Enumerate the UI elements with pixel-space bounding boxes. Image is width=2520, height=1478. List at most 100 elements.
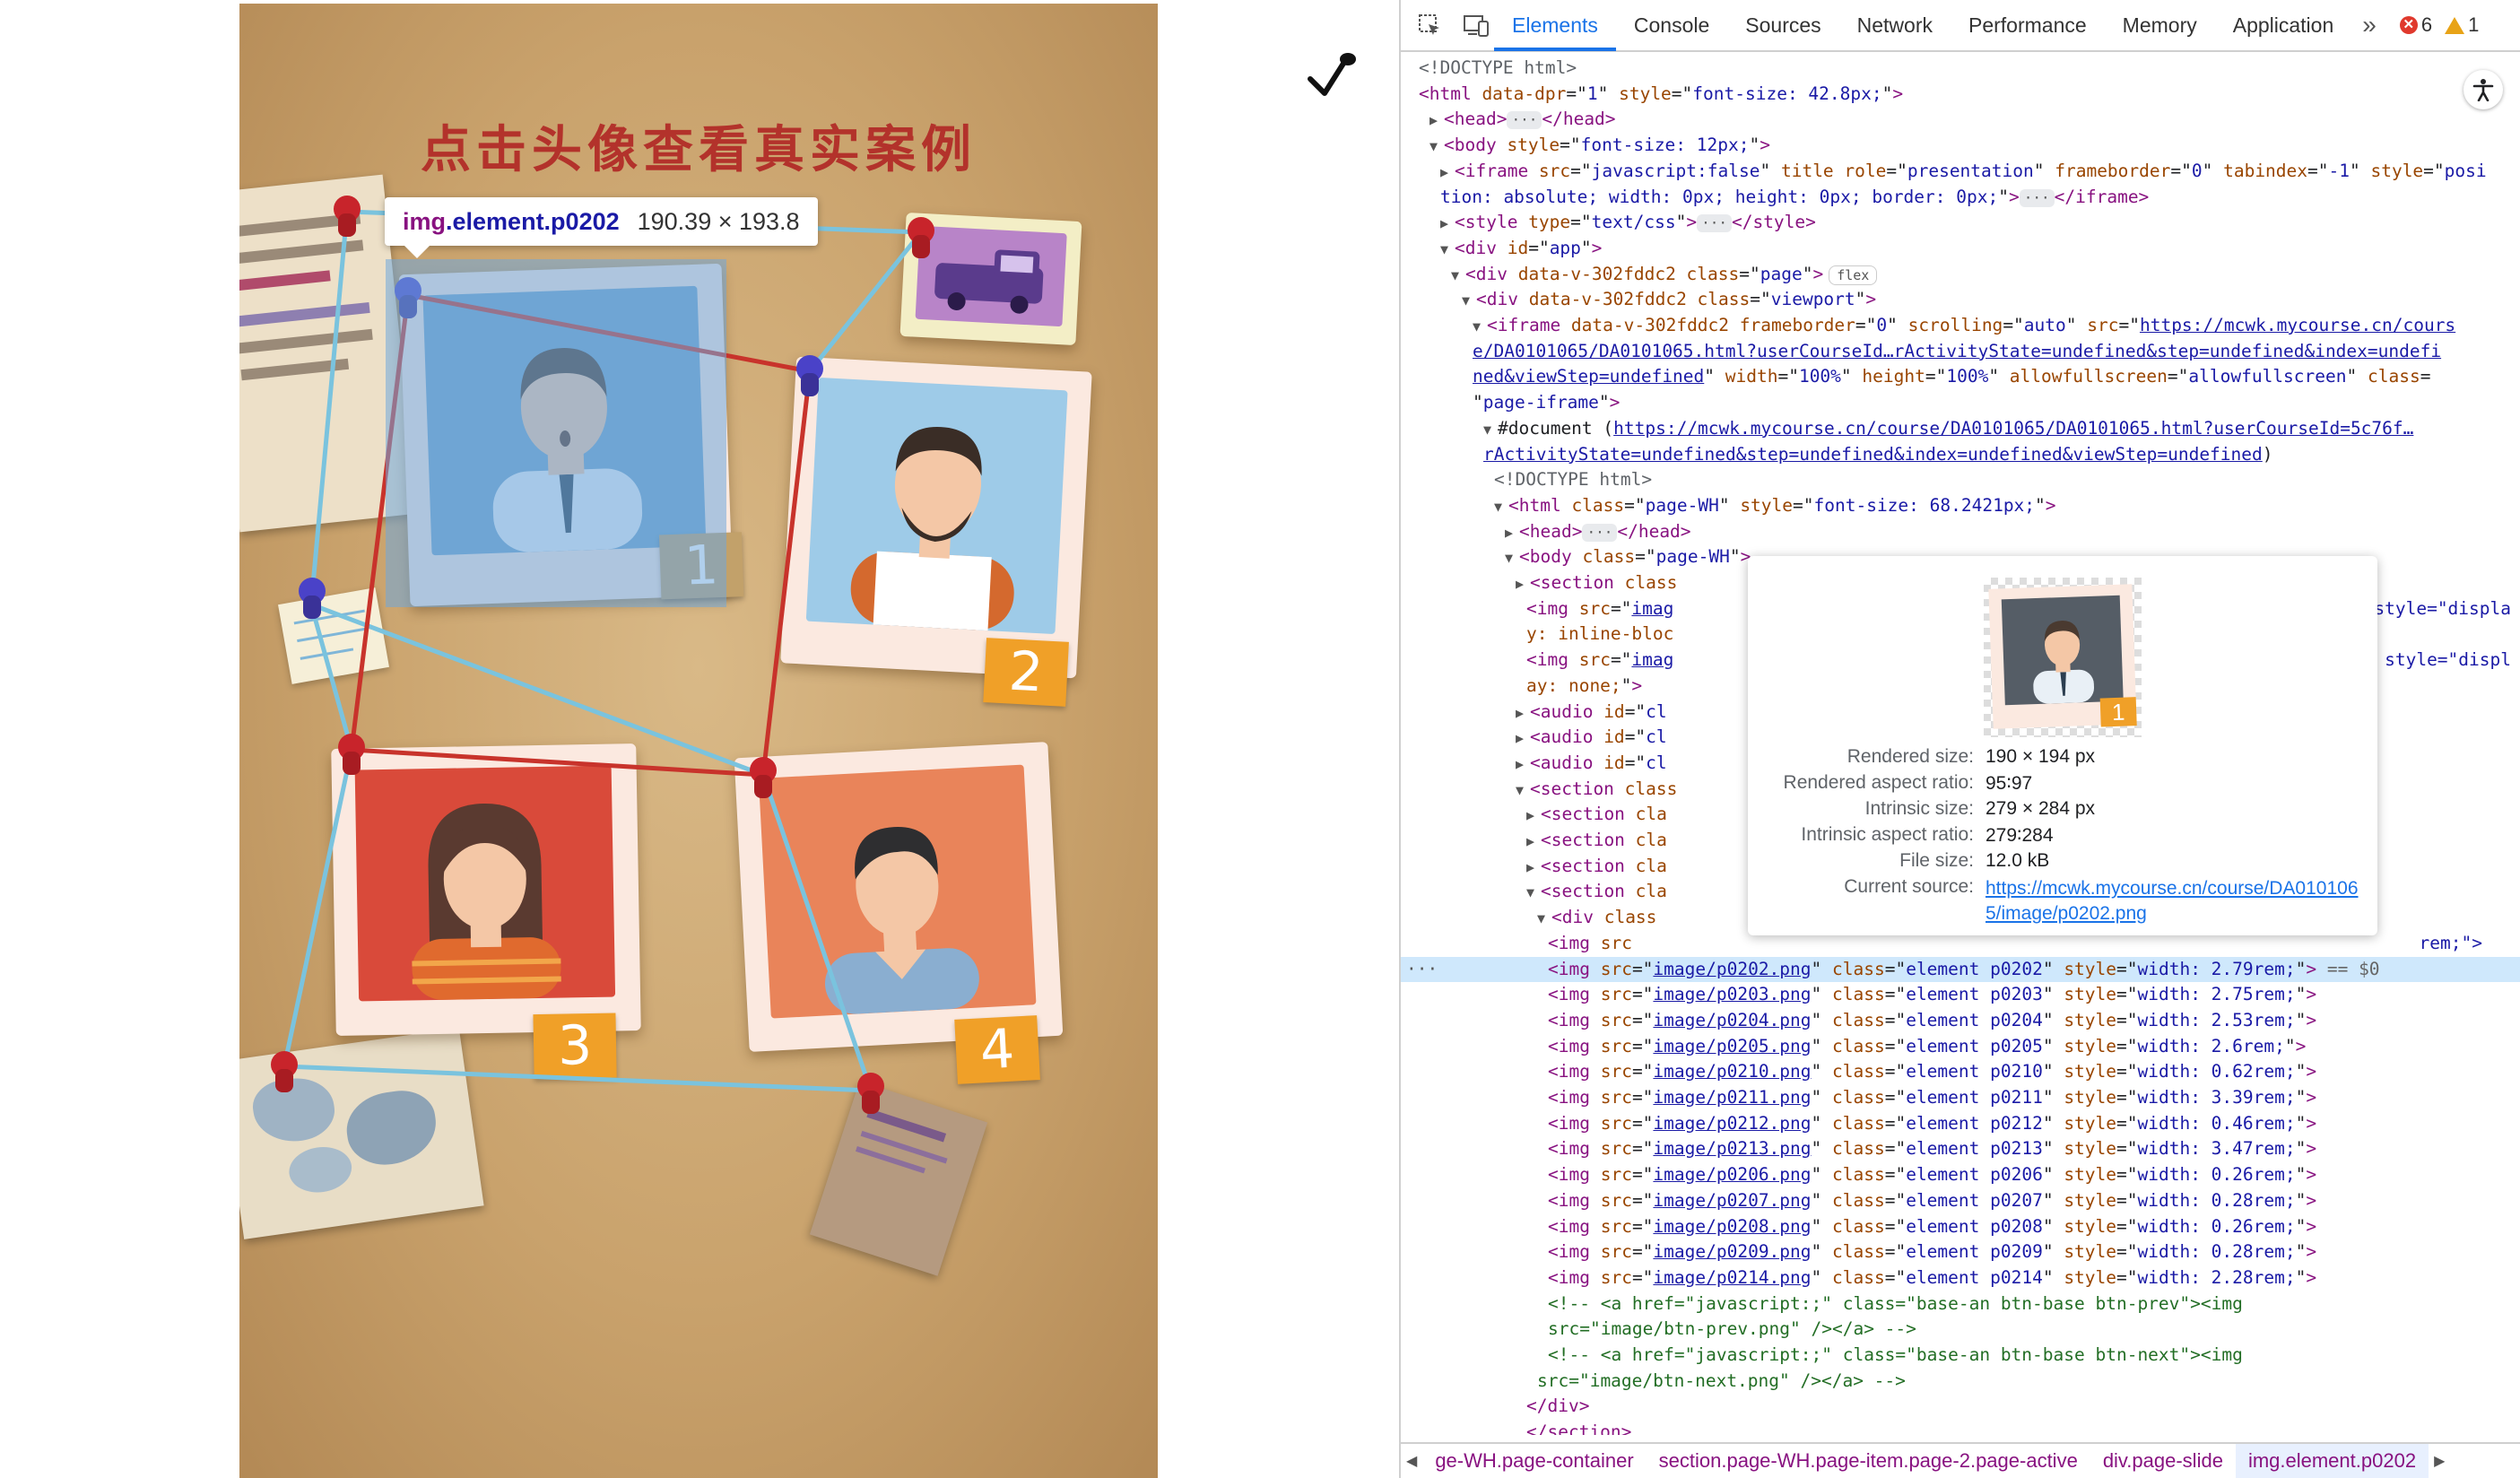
- dom-node-row[interactable]: </div>: [1401, 1394, 2520, 1420]
- expand-toggle-icon[interactable]: ▼: [1451, 263, 1465, 288]
- dom-node-row[interactable]: <html data-dpr="1" style="font-size: 42.…: [1401, 82, 2520, 108]
- dom-node-row[interactable]: ▼ <div id="app">: [1401, 236, 2520, 262]
- expand-toggle-icon[interactable]: ▼: [1505, 545, 1519, 570]
- warning-count-badge[interactable]: 1: [2445, 13, 2479, 37]
- resource-link[interactable]: e/DA0101065/DA0101065.html?userCourseId……: [1473, 341, 2441, 361]
- breadcrumb-item[interactable]: ge-WH.page-container: [1422, 1444, 1646, 1478]
- resource-link[interactable]: https://mcwk.mycourse.cn/cours: [2140, 315, 2455, 335]
- dom-node-row[interactable]: <img src="image/p0209.png" class="elemen…: [1401, 1239, 2520, 1265]
- device-toolbar-icon[interactable]: [1458, 7, 1494, 43]
- breadcrumb-item[interactable]: section.page-WH.page-item.page-2.page-ac…: [1647, 1444, 2090, 1478]
- expand-toggle-icon[interactable]: ▶: [1526, 829, 1541, 854]
- resource-link[interactable]: image/p0210.png: [1653, 1061, 1811, 1082]
- dom-node-row[interactable]: <img src="image/p0207.png" class="elemen…: [1401, 1188, 2520, 1214]
- dom-node-row[interactable]: ▼ <div data-v-302fddc2 class="viewport">: [1401, 287, 2520, 313]
- resource-link[interactable]: ned&viewStep=undefined: [1473, 366, 1704, 387]
- resource-link[interactable]: image/p0202.png: [1653, 959, 1811, 979]
- resource-link[interactable]: image/p0212.png: [1653, 1113, 1811, 1134]
- breadcrumb-item[interactable]: div.page-slide: [2090, 1444, 2236, 1478]
- dom-node-row[interactable]: ▼ <iframe data-v-302fddc2 frameborder="0"…: [1401, 313, 2520, 339]
- flex-badge[interactable]: flex: [1829, 265, 1878, 285]
- expand-toggle-icon[interactable]: ▶: [1526, 803, 1541, 828]
- dom-node-row[interactable]: <img src="image/p0206.png" class="elemen…: [1401, 1162, 2520, 1188]
- resource-link[interactable]: https://mcwk.mycourse.cn/course/DA010106…: [1613, 418, 2413, 439]
- dom-node-row[interactable]: ▼ <div data-v-302fddc2 class="page"> flex: [1401, 262, 2520, 288]
- dom-node-row[interactable]: <!-- <a href="javascript:;" class="base-…: [1401, 1291, 2520, 1317]
- resource-link[interactable]: imag: [1631, 649, 1673, 670]
- resource-link[interactable]: imag: [1631, 598, 1673, 619]
- dom-node-row[interactable]: <img src="image/p0214.png" class="elemen…: [1401, 1265, 2520, 1291]
- collapsed-content-ellipsis[interactable]: ···: [2019, 188, 2055, 207]
- dom-node-row[interactable]: </section>: [1401, 1420, 2520, 1435]
- resource-link[interactable]: image/p0214.png: [1653, 1267, 1811, 1288]
- tab-memory[interactable]: Memory: [2105, 0, 2215, 51]
- dom-node-row[interactable]: <img src="image/p0208.png" class="elemen…: [1401, 1214, 2520, 1240]
- dom-node-row[interactable]: ▼ <html class="page-WH" style="font-size:…: [1401, 493, 2520, 519]
- dom-node-row[interactable]: rActivityState=undefined&step=undefined&…: [1401, 442, 2520, 468]
- resource-link[interactable]: image/p0211.png: [1653, 1087, 1811, 1108]
- inspect-element-icon[interactable]: [1412, 7, 1447, 43]
- resource-link[interactable]: image/p0203.png: [1653, 984, 1811, 1004]
- resource-link[interactable]: image/p0205.png: [1653, 1036, 1811, 1056]
- expand-toggle-icon[interactable]: ▶: [1440, 211, 1455, 236]
- dom-node-row[interactable]: <img src="image/p0203.png" class="elemen…: [1401, 982, 2520, 1008]
- resource-link[interactable]: image/p0209.png: [1653, 1241, 1811, 1262]
- dom-node-row[interactable]: <img src="image/p0212.png" class="elemen…: [1401, 1111, 2520, 1137]
- expand-toggle-icon[interactable]: ▼: [1429, 134, 1444, 159]
- dom-node-row[interactable]: ▼ <body style="font-size: 12px;">: [1401, 133, 2520, 159]
- expand-toggle-icon[interactable]: ▶: [1505, 520, 1519, 545]
- resource-link[interactable]: image/p0207.png: [1653, 1190, 1811, 1211]
- expand-toggle-icon[interactable]: ▶: [1516, 726, 1530, 751]
- dom-node-row[interactable]: ▶ <head> ··· </head>: [1401, 519, 2520, 545]
- dom-node-row[interactable]: <img src="image/p0213.png" class="elemen…: [1401, 1136, 2520, 1162]
- expand-toggle-icon[interactable]: ▼: [1473, 314, 1487, 339]
- expand-toggle-icon[interactable]: ▼: [1494, 494, 1508, 519]
- collapsed-content-ellipsis[interactable]: ···: [1697, 214, 1732, 233]
- tab-elements[interactable]: Elements: [1494, 0, 1616, 51]
- dom-node-row[interactable]: <img src="image/p0211.png" class="elemen…: [1401, 1085, 2520, 1111]
- resource-link[interactable]: rActivityState=undefined&step=undefined&…: [1483, 444, 2263, 465]
- expand-toggle-icon[interactable]: ▶: [1516, 752, 1530, 777]
- breadcrumb-scroll-left-icon[interactable]: ◀: [1401, 1452, 1422, 1470]
- dom-node-row[interactable]: ▶ <head> ··· </head>: [1401, 107, 2520, 133]
- dom-node-row[interactable]: <img src="image/p0204.png" class="elemen…: [1401, 1008, 2520, 1034]
- dom-node-row[interactable]: "page-iframe">: [1401, 390, 2520, 416]
- dom-node-row[interactable]: ned&viewStep=undefined" width="100%" hei…: [1401, 364, 2520, 390]
- dom-node-row[interactable]: ▶ <iframe src="javascript:false" title ro…: [1401, 159, 2520, 185]
- tab-sources[interactable]: Sources: [1727, 0, 1838, 51]
- collapsed-content-ellipsis[interactable]: ···: [1507, 111, 1542, 130]
- tab-network[interactable]: Network: [1839, 0, 1951, 51]
- expand-toggle-icon[interactable]: ▼: [1483, 417, 1498, 442]
- dom-node-row[interactable]: <img src="image/p0205.png" class="elemen…: [1401, 1034, 2520, 1060]
- expand-toggle-icon[interactable]: ▼: [1537, 906, 1551, 931]
- expand-toggle-icon[interactable]: ▼: [1462, 288, 1476, 313]
- dom-node-row[interactable]: ▶ <style type="text/css"> ··· </style>: [1401, 210, 2520, 236]
- breadcrumb-item-selected[interactable]: img.element.p0202: [2235, 1444, 2429, 1478]
- tab-application[interactable]: Application: [2215, 0, 2352, 51]
- dom-node-row[interactable]: ▼ #document (https://mcwk.mycourse.cn/cou…: [1401, 416, 2520, 442]
- expand-toggle-icon[interactable]: ▶: [1516, 571, 1530, 596]
- expand-toggle-icon[interactable]: ▼: [1516, 778, 1530, 803]
- accessibility-icon[interactable]: [2464, 70, 2503, 109]
- dom-node-row[interactable]: <!DOCTYPE html>: [1401, 56, 2520, 82]
- expand-toggle-icon[interactable]: ▼: [1440, 237, 1455, 262]
- resource-link[interactable]: image/p0206.png: [1653, 1164, 1811, 1185]
- current-source-link[interactable]: https://mcwk.mycourse.cn/course/DA010106…: [1986, 876, 2362, 926]
- tab-console[interactable]: Console: [1616, 0, 1727, 51]
- expand-toggle-icon[interactable]: ▶: [1516, 700, 1530, 726]
- more-tabs-button[interactable]: »: [2351, 11, 2387, 39]
- dom-node-row[interactable]: <!-- <a href="javascript:;" class="base-…: [1401, 1343, 2520, 1369]
- tab-performance[interactable]: Performance: [1951, 0, 2105, 51]
- expand-toggle-icon[interactable]: ▶: [1440, 160, 1455, 185]
- expand-toggle-icon[interactable]: ▼: [1526, 880, 1541, 905]
- dom-node-row[interactable]: <img src="image/p0210.png" class="elemen…: [1401, 1059, 2520, 1085]
- dom-node-row[interactable]: src="image/btn-prev.png" /></a> -->: [1401, 1317, 2520, 1343]
- resource-link[interactable]: image/p0208.png: [1653, 1216, 1811, 1237]
- resource-link[interactable]: image/p0204.png: [1653, 1010, 1811, 1030]
- dom-node-row[interactable]: <!DOCTYPE html>: [1401, 467, 2520, 493]
- error-count-badge[interactable]: ✕ 6: [2399, 13, 2432, 37]
- dom-node-row[interactable]: tion: absolute; width: 0px; height: 0px;…: [1401, 185, 2520, 211]
- dom-node-row[interactable]: src="image/btn-next.png" /></a> -->: [1401, 1369, 2520, 1395]
- collapsed-content-ellipsis[interactable]: ···: [1582, 523, 1618, 542]
- expand-toggle-icon[interactable]: ▶: [1429, 108, 1444, 133]
